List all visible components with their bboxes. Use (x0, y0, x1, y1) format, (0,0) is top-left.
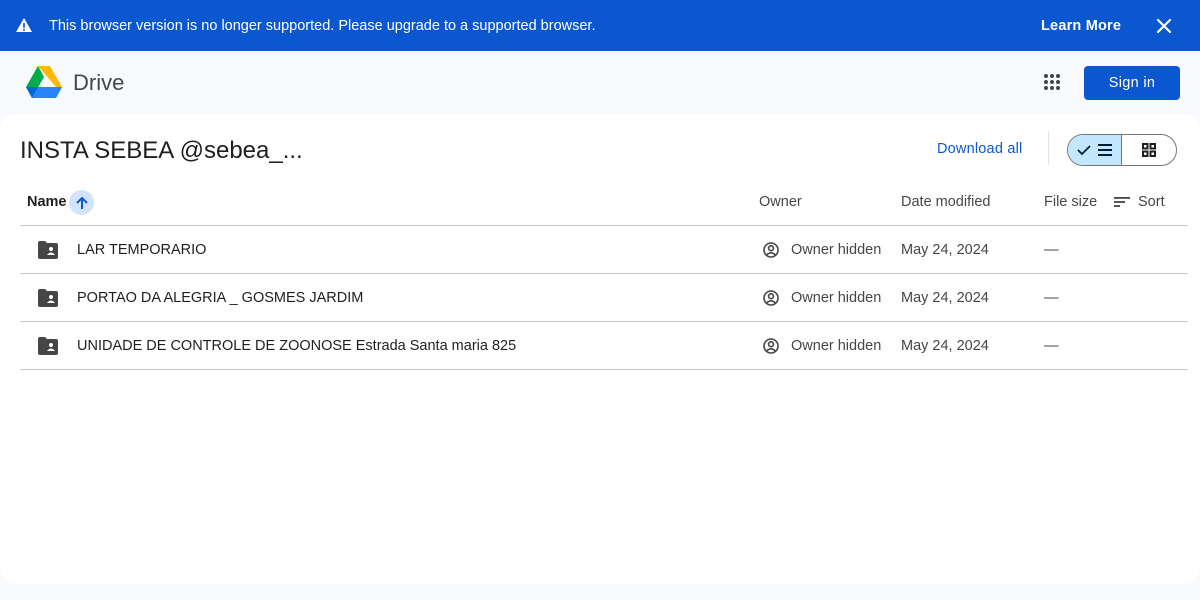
account-circle-icon (763, 290, 779, 306)
file-list: LAR TEMPORARIO Owner hidden May 24, 2024… (20, 226, 1188, 370)
file-date-modified: May 24, 2024 (901, 290, 989, 306)
file-owner: Owner hidden (791, 242, 882, 258)
close-icon (1156, 18, 1172, 34)
table-row[interactable]: LAR TEMPORARIO Owner hidden May 24, 2024… (20, 226, 1188, 274)
check-icon (1076, 145, 1091, 156)
brand-name: Drive (73, 70, 125, 95)
account-circle-icon (763, 242, 779, 258)
unsupported-browser-banner: This browser version is no longer suppor… (0, 0, 1200, 51)
file-date-modified: May 24, 2024 (901, 242, 989, 258)
file-owner: Owner hidden (791, 290, 882, 306)
file-name: LAR TEMPORARIO (77, 242, 207, 258)
file-size: — (1044, 338, 1059, 354)
file-list-panel: INSTA SEBEA @sebea_... Download all Name (0, 114, 1200, 584)
grid-view-icon (1142, 143, 1156, 157)
folder-title: INSTA SEBEA @sebea_... (20, 137, 303, 164)
shared-folder-icon (38, 289, 58, 307)
file-size: — (1044, 290, 1059, 306)
warning-icon (16, 18, 32, 32)
column-header-owner: Owner (759, 194, 802, 210)
grid-view-button[interactable] (1122, 135, 1176, 165)
banner-message: This browser version is no longer suppor… (49, 18, 596, 34)
sort-button[interactable]: Sort (1108, 190, 1165, 214)
learn-more-button[interactable]: Learn More (1032, 12, 1130, 40)
sort-direction-button[interactable] (69, 190, 94, 215)
column-header-file-size[interactable]: File size (1044, 184, 1097, 220)
file-name: UNIDADE DE CONTROLE DE ZOONOSE Estrada S… (77, 338, 517, 354)
list-view-icon (1097, 144, 1112, 156)
column-header-name[interactable]: Name (27, 184, 67, 220)
apps-grid-icon (1044, 74, 1060, 90)
download-all-button[interactable]: Download all (929, 134, 1030, 164)
top-bar: Drive Sign in (0, 51, 1200, 114)
sort-label: Sort (1138, 194, 1165, 210)
sort-icon (1114, 197, 1130, 207)
shared-folder-icon (38, 241, 58, 259)
drive-logo-icon[interactable] (25, 65, 63, 99)
view-toggle (1067, 134, 1177, 166)
column-header-date-modified[interactable]: Date modified (901, 184, 990, 220)
shared-folder-icon (38, 337, 58, 355)
toolbar-divider (1048, 131, 1049, 165)
file-owner: Owner hidden (791, 338, 882, 354)
account-circle-icon (763, 338, 779, 354)
google-apps-button[interactable] (1036, 66, 1068, 98)
arrow-up-icon (75, 196, 88, 209)
close-banner-button[interactable] (1150, 12, 1178, 40)
table-row[interactable]: UNIDADE DE CONTROLE DE ZOONOSE Estrada S… (20, 322, 1188, 370)
list-view-button[interactable] (1068, 135, 1123, 165)
file-size: — (1044, 242, 1059, 258)
sign-in-button[interactable]: Sign in (1084, 66, 1180, 100)
file-date-modified: May 24, 2024 (901, 338, 989, 354)
table-row[interactable]: PORTAO DA ALEGRIA _ GOSMES JARDIM Owner … (20, 274, 1188, 322)
file-name: PORTAO DA ALEGRIA _ GOSMES JARDIM (77, 290, 364, 306)
